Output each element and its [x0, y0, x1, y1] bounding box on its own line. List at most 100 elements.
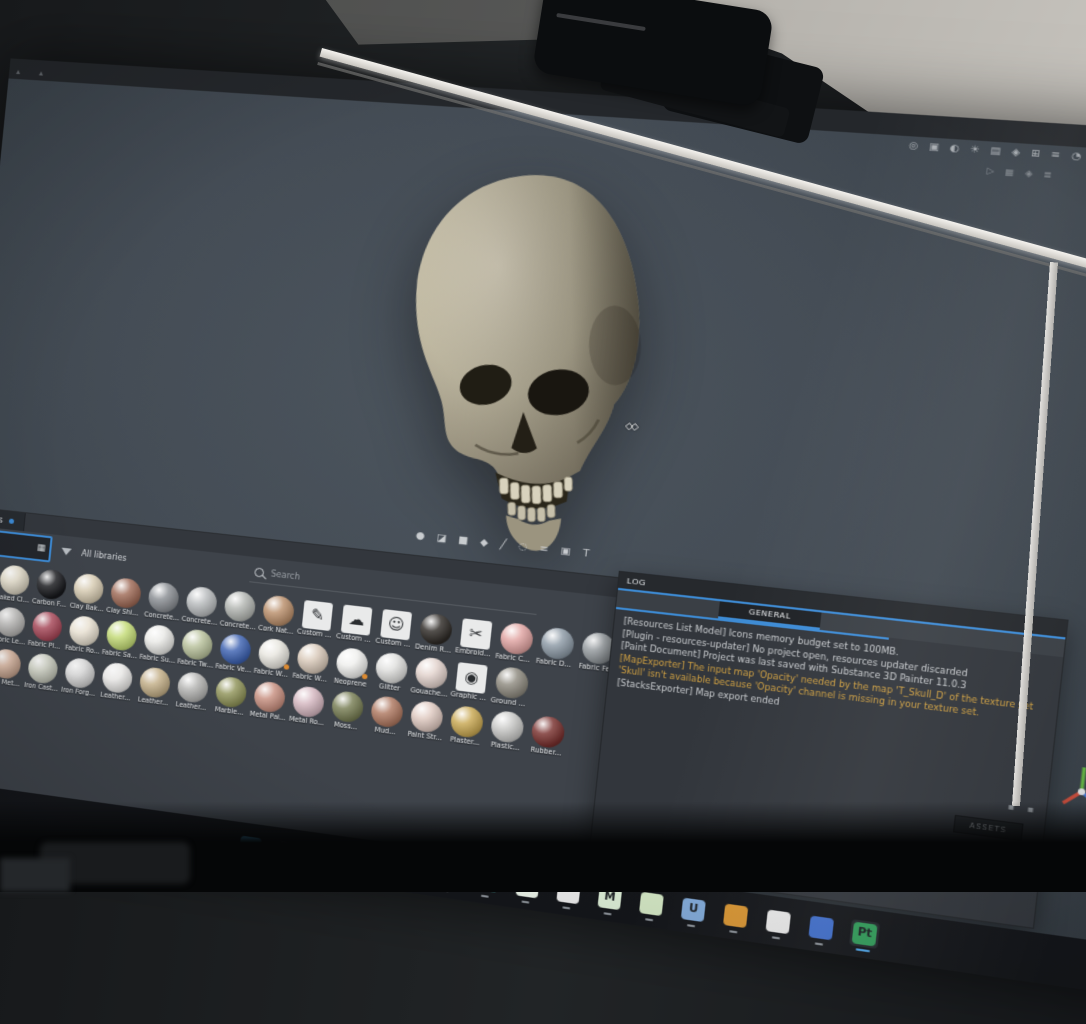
taskbar-app-icon[interactable] — [763, 906, 794, 936]
material-tile[interactable]: Fabric Wo... — [253, 636, 294, 679]
material-tile[interactable]: Fabric Twe... — [177, 627, 217, 670]
tool-icon[interactable]: ◪ — [436, 532, 447, 545]
taskbar-app-icon[interactable] — [637, 889, 667, 918]
material-tile[interactable]: Fabric Com... — [495, 620, 538, 664]
tool-icon[interactable]: ≡ — [539, 543, 549, 556]
tool-icon[interactable]: ◌ — [518, 541, 528, 554]
library-filter-label[interactable]: All libraries — [81, 548, 127, 562]
viewport-icon[interactable]: ◎ — [908, 141, 919, 153]
material-sphere-thumb — [540, 626, 575, 660]
material-name: Cork Natural — [258, 625, 295, 637]
taskbar-app-icon[interactable] — [806, 912, 837, 942]
material-tile[interactable]: ☺ Custom St... — [375, 606, 417, 650]
viewport-icon[interactable]: ▦ — [1005, 167, 1015, 178]
material-sphere-thumb — [27, 652, 59, 685]
taskbar-app-icon[interactable] — [721, 901, 751, 931]
material-tile[interactable]: Glitter — [370, 650, 412, 694]
material-name: Fabric Wo... — [253, 668, 290, 680]
material-tile[interactable]: Fabric Lea... — [0, 605, 29, 647]
material-sphere-thumb — [176, 671, 209, 704]
material-tile[interactable]: Leather... — [97, 660, 136, 703]
viewport-icon[interactable]: ◈ — [1025, 168, 1034, 178]
material-tile[interactable]: Metal Pai... — [249, 679, 290, 722]
unsaved-dot-icon — [9, 518, 14, 524]
material-sphere-thumb — [72, 573, 104, 606]
material-tile[interactable]: Fabric Pla... — [27, 609, 66, 651]
material-sphere-thumb — [257, 637, 290, 670]
material-tile[interactable]: Gouache P... — [410, 655, 452, 699]
tool-icon[interactable]: ● — [415, 530, 425, 542]
material-tile[interactable]: ☁ Custom Sp... — [336, 602, 377, 646]
filter-funnel-icon[interactable] — [61, 547, 72, 555]
material-tile[interactable]: ◉ Graphic te... — [450, 659, 492, 703]
tool-icon[interactable]: ╱ — [499, 539, 507, 551]
viewport-icon[interactable]: ▤ — [990, 146, 1001, 158]
material-tile[interactable]: Fabric Ro... — [64, 613, 103, 655]
material-name: Gouache P... — [410, 687, 449, 699]
material-tile[interactable]: Plaster... — [445, 703, 487, 747]
material-tile[interactable]: Paint Str... — [405, 698, 447, 742]
viewport-icon[interactable]: ≡ — [1050, 150, 1060, 162]
material-name: Baked Cla... — [0, 594, 30, 605]
material-tile[interactable]: Neoprene — [331, 645, 372, 689]
viewport-icon[interactable]: ⊞ — [1030, 149, 1040, 161]
material-tile[interactable]: Leather... — [173, 669, 213, 712]
viewport-icon[interactable]: ◈ — [1011, 147, 1021, 159]
material-tile[interactable]: Leather... — [135, 665, 175, 708]
material-tile[interactable]: Concrete S... — [219, 589, 259, 632]
material-sphere-thumb — [494, 666, 529, 700]
material-tile[interactable]: Denim Rivet — [415, 611, 457, 655]
material-tile[interactable]: Clay Shin... — [106, 575, 145, 618]
material-tile[interactable]: Concrete B... — [181, 584, 221, 627]
viewport-icon[interactable]: ≣ — [1043, 169, 1052, 180]
viewport-icon[interactable]: ◔ — [1071, 151, 1082, 163]
material-tile[interactable]: Plastic... — [486, 708, 529, 753]
material-tile[interactable]: ✂ Embroidery — [455, 616, 497, 660]
taskbar-app-icon[interactable]: U — [678, 895, 708, 924]
material-sphere-thumb — [147, 581, 180, 614]
material-name: Fabric Pla... — [27, 640, 63, 651]
material-tile[interactable]: Ground Va... — [490, 664, 533, 709]
viewport-icon[interactable]: ◐ — [949, 143, 960, 155]
viewport-icon[interactable]: ▣ — [928, 142, 939, 154]
material-tile[interactable]: Mud... — [366, 693, 408, 737]
material-tile[interactable]: Iron Forg... — [60, 655, 99, 698]
material-tile[interactable]: Clay Bak... — [69, 571, 108, 613]
material-name: Concrete S... — [219, 620, 256, 631]
material-tile[interactable]: Baked Cla... — [0, 563, 34, 605]
tool-icon[interactable]: ◆ — [479, 537, 488, 549]
material-tile[interactable]: Marble... — [211, 674, 251, 717]
material-tile[interactable]: Fabric Sue... — [139, 622, 179, 665]
material-tile[interactable]: Fabric Den... — [536, 625, 579, 670]
material-name: Plaster... — [445, 736, 484, 748]
material-tile[interactable]: Fabric Sat... — [102, 618, 141, 661]
tool-icon[interactable]: ■ — [458, 534, 469, 547]
material-tile[interactable]: Cork Natural — [258, 593, 299, 636]
material-name: Concrete B... — [181, 616, 218, 627]
material-tile[interactable]: Iron Cast... — [23, 651, 62, 693]
material-doc-icon: ✂ — [460, 618, 492, 650]
material-name: Rubber... — [526, 746, 565, 758]
material-sphere-thumb — [450, 705, 485, 739]
material-tile[interactable]: Concrete... — [143, 580, 183, 623]
material-tile[interactable]: Metal Ro... — [288, 684, 329, 728]
material-name: Fabric Lea... — [0, 635, 26, 646]
material-name: Fabric Den... — [536, 658, 576, 670]
material-tile[interactable]: Gun Metal... — [0, 646, 25, 688]
material-name: Ground Va... — [490, 697, 529, 709]
viewport-icon[interactable]: ☀ — [969, 145, 980, 157]
material-tile[interactable]: ✎ Custom Gr... — [297, 597, 338, 640]
taskbar-app-icon[interactable]: Pt — [849, 919, 880, 949]
material-tile[interactable]: Fabric Wo... — [292, 641, 333, 685]
taskbar-app-glyph — [639, 891, 664, 915]
material-tile[interactable]: Rubber... — [526, 713, 569, 758]
material-tile[interactable]: Moss... — [327, 689, 368, 733]
viewport-icon[interactable]: ▷ — [986, 166, 995, 176]
tool-icon[interactable]: ▣ — [560, 545, 571, 558]
material-sphere-thumb — [374, 651, 408, 685]
material-name: Fabric Sat... — [102, 649, 138, 660]
material-name: Plastic... — [486, 741, 525, 753]
tool-icon[interactable]: T — [582, 548, 590, 560]
material-tile[interactable]: Carbon Fib... — [32, 567, 71, 609]
material-tile[interactable]: Fabric Vel... — [215, 631, 255, 674]
